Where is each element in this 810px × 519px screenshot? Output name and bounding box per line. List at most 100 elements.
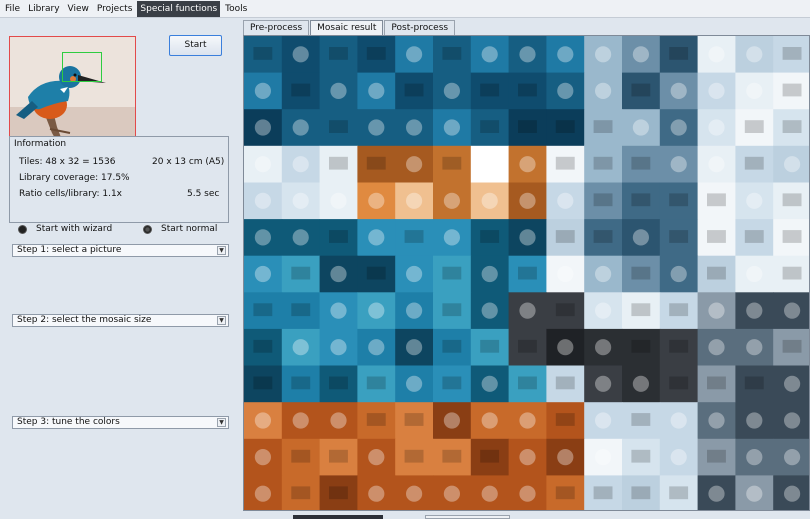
mosaic-tile-detail (443, 82, 460, 99)
start-wizard-label: Start with wizard (36, 224, 113, 234)
mosaic-tile-detail (708, 302, 725, 319)
mosaic-tile-detail (481, 412, 498, 429)
mosaic-tile-detail (442, 339, 462, 353)
mosaic-tile-detail (708, 156, 725, 173)
mosaic-tile-detail (329, 376, 348, 390)
mosaic-tile-detail (368, 302, 385, 319)
mosaic-tile-detail (519, 229, 536, 246)
start-button[interactable]: Start (169, 35, 222, 56)
mosaic-tile-detail (782, 120, 802, 133)
start-wizard-option[interactable]: Start with wizard (18, 224, 112, 234)
menu-view[interactable]: View (65, 1, 92, 17)
mosaic-tile-detail (518, 266, 537, 280)
menu-special-functions[interactable]: Special functions (137, 0, 221, 17)
mosaic-tile-detail (330, 302, 347, 319)
step-2-label: Step 2: select the mosaic size (17, 315, 152, 325)
mosaic-tile-detail (557, 339, 574, 356)
print-size: 20 x 13 cm (A5) (152, 157, 225, 167)
mosaic-tile-detail (631, 83, 651, 97)
mosaic-tile-detail (746, 46, 763, 63)
menu-file[interactable]: File (2, 1, 23, 17)
mosaic-tile-detail (330, 265, 347, 283)
mosaic-tile-detail (595, 302, 612, 319)
mosaic-tile-detail (670, 156, 687, 173)
mosaic-tile-detail (631, 193, 651, 207)
tab-post-process[interactable]: Post-process (384, 20, 456, 35)
menu-projects[interactable]: Projects (94, 1, 135, 17)
mosaic-tile-detail (746, 485, 763, 502)
view-controls[interactable] (425, 515, 510, 519)
mosaic-tile-detail (366, 47, 386, 60)
mosaic-tile-detail (784, 375, 801, 392)
radio-selected-icon[interactable] (18, 224, 27, 234)
mosaic-tile-detail (595, 82, 612, 99)
zoom-controls[interactable] (293, 515, 383, 519)
mosaic-tile-detail (631, 339, 651, 353)
mosaic-tile-detail (329, 486, 348, 500)
mosaic-tile-detail (670, 449, 687, 466)
mosaic-tile-detail (519, 412, 536, 429)
mosaic-tile-detail (593, 230, 613, 243)
step-3-label: Step 3: tune the colors (17, 417, 120, 427)
mosaic-tile-detail (481, 192, 498, 209)
mosaic-tile-detail (443, 192, 460, 209)
mosaic-tile-detail (631, 156, 651, 170)
mosaic-tile-detail (669, 303, 689, 317)
mosaic-tile-detail (632, 119, 649, 136)
mosaic-tile-detail (707, 449, 726, 463)
mosaic-tile-detail (746, 265, 763, 283)
mosaic-tile-detail (254, 485, 271, 502)
mosaic-tile-detail (481, 485, 498, 502)
mosaic-tile-detail (253, 339, 273, 353)
mosaic-result-view[interactable] (243, 35, 810, 511)
mosaic-tile-detail (481, 46, 498, 63)
mosaic-tile-detail (519, 449, 536, 466)
mosaic-tile-detail (329, 47, 348, 60)
mosaic-tile-detail (670, 412, 687, 429)
mosaic-tile-detail (782, 230, 802, 243)
processing-time: 5.5 sec (187, 189, 220, 199)
chevron-down-icon[interactable]: ▼ (217, 316, 226, 325)
mosaic-tile-detail (253, 303, 273, 317)
chevron-down-icon[interactable]: ▼ (217, 246, 226, 255)
mosaic-tile-detail (518, 376, 537, 390)
mosaic-tile-detail (744, 156, 764, 170)
mosaic-tile-detail (555, 156, 575, 170)
mosaic-tile-detail (555, 120, 575, 133)
source-thumbnail[interactable] (9, 36, 136, 139)
mosaic-tile-detail (330, 82, 347, 99)
tab-mosaic-result[interactable]: Mosaic result (310, 20, 384, 35)
mosaic-tile-detail (595, 412, 612, 429)
mosaic-tile-detail (595, 375, 612, 392)
mosaic-tile-detail (481, 156, 498, 173)
step-2-dropdown[interactable]: Step 2: select the mosaic size ▼ (12, 314, 229, 327)
chevron-down-icon[interactable]: ▼ (217, 418, 226, 427)
mosaic-tile-detail (595, 46, 612, 63)
mosaic-tile-detail (670, 119, 687, 136)
radio-unselected-icon[interactable] (143, 224, 152, 234)
step-1-dropdown[interactable]: Step 1: select a picture ▼ (12, 244, 229, 257)
mosaic-tile-detail (406, 485, 423, 502)
mosaic-tile-detail (481, 265, 498, 283)
mosaic-tile-detail (746, 412, 763, 429)
menu-tools[interactable]: Tools (222, 1, 250, 17)
mosaic-tile-detail (292, 412, 309, 429)
mosaic-tile-detail (746, 192, 763, 209)
mosaic-tile-detail (480, 339, 500, 353)
mosaic-tile-detail (366, 376, 386, 390)
mosaic-tile-detail (292, 339, 309, 356)
mosaic-tile-detail (404, 230, 424, 243)
mosaic-tile-detail (593, 486, 613, 500)
start-normal-option[interactable]: Start normal (143, 224, 217, 234)
thumbnail-selection-box[interactable] (62, 52, 102, 82)
tab-pre-process[interactable]: Pre-process (243, 20, 310, 35)
step-3-dropdown[interactable]: Step 3: tune the colors ▼ (12, 416, 229, 429)
menu-library[interactable]: Library (25, 1, 62, 17)
mosaic-tile-detail (555, 413, 575, 426)
mosaic-tile-detail (782, 47, 802, 60)
mosaic-tile-detail (292, 156, 309, 173)
mosaic-tile-detail (254, 412, 271, 429)
mosaic-tile-detail (368, 229, 385, 246)
mosaic-tile-detail (746, 449, 763, 466)
mosaic-tile-detail (555, 230, 575, 243)
